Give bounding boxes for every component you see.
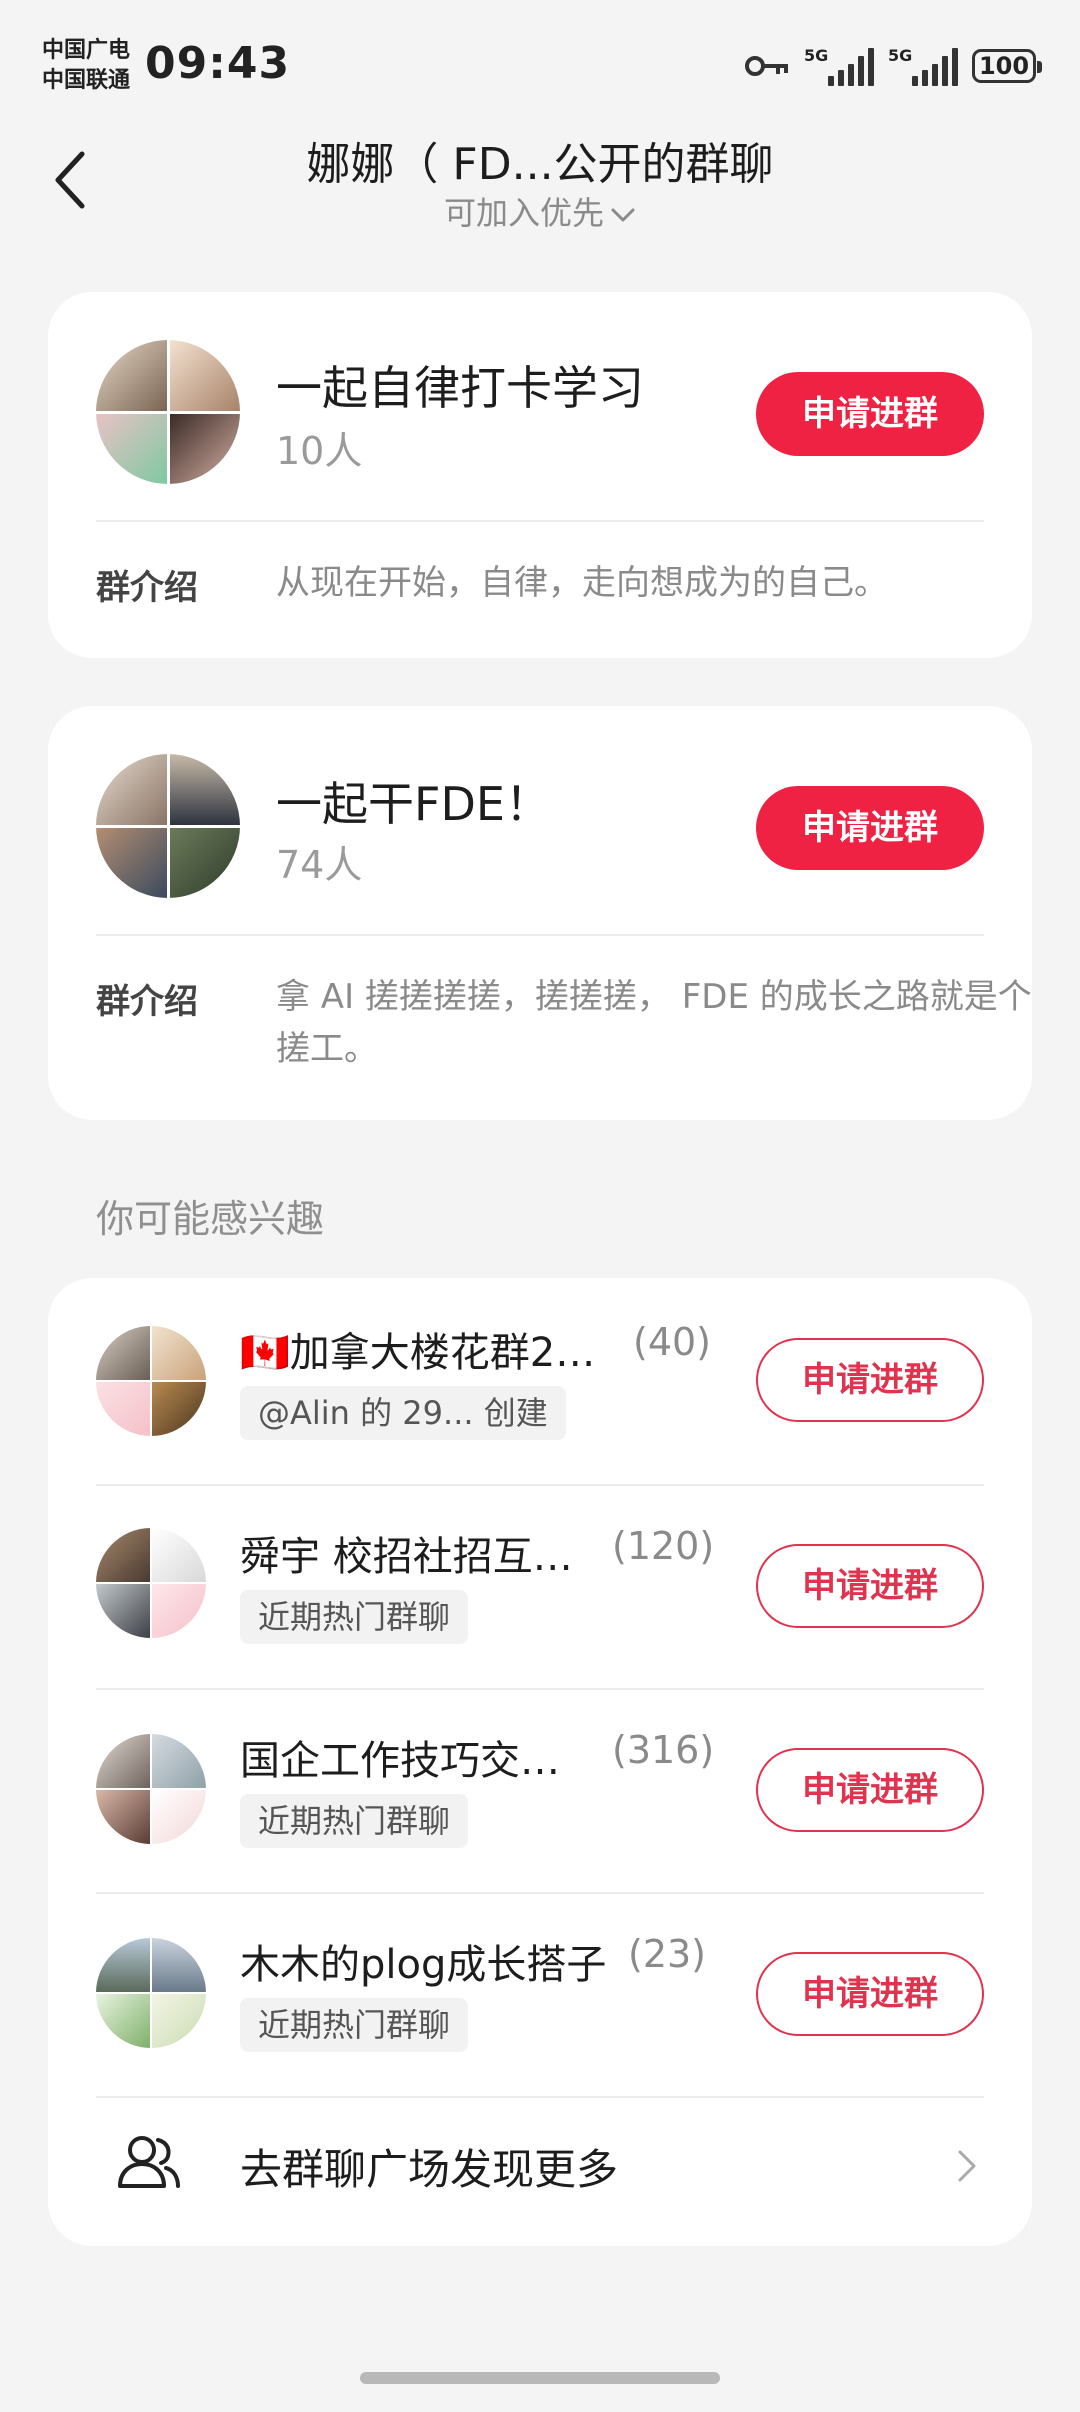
divider — [96, 1688, 984, 1690]
group-member-count: 74人 — [276, 843, 363, 887]
intro-text: 拿 AI 搓搓搓搓，搓搓搓， FDE 的成长之路就是个搓工。 — [276, 977, 1032, 1069]
group-name: 国企工作技巧交… — [240, 1738, 560, 1784]
chevron-right-icon — [958, 2150, 976, 2182]
filter-label: 可加入优先 — [443, 194, 604, 232]
divider — [96, 1892, 984, 1894]
group-tag: @Alin 的 29... 创建 — [240, 1386, 566, 1440]
apply-join-button[interactable]: 申请进群 — [756, 1952, 984, 2036]
group-member-count: (40) — [633, 1320, 712, 1364]
status-time: 09:43 — [145, 38, 291, 89]
group-name: 一起自律打卡学习 — [276, 361, 644, 415]
group-avatar — [96, 1326, 206, 1436]
divider — [96, 2096, 984, 2098]
status-icons: 5G 5G 100 — [744, 44, 1042, 88]
apply-join-button[interactable]: 申请进群 — [756, 372, 984, 456]
filter-dropdown[interactable]: 可加入优先 — [0, 188, 1080, 234]
group-name: 🇨🇦加拿大楼花群2… — [240, 1330, 596, 1376]
group-name: 舜宇 校招社招互… — [240, 1534, 573, 1580]
carrier-2: 中国联通 — [42, 68, 131, 93]
home-indicator[interactable] — [360, 2372, 720, 2384]
group-avatar — [96, 754, 240, 898]
signal-2-icon: 5G — [888, 46, 958, 86]
recommendation-card: 🇨🇦加拿大楼花群2… (40) @Alin 的 29... 创建 申请进群 舜宇… — [48, 1278, 1032, 2246]
group-member-count: (120) — [612, 1524, 715, 1568]
group-avatar — [96, 1734, 206, 1844]
chevron-down-icon — [611, 208, 635, 222]
intro-text: 从现在开始，自律，走向想成为的自己。 — [276, 563, 888, 603]
intro-label: 群介绍 — [96, 982, 198, 1022]
signal-1-icon: 5G — [804, 46, 874, 86]
group-card: 一起自律打卡学习 10人 申请进群 群介绍 从现在开始，自律，走向想成为的自己。 — [48, 292, 1032, 658]
group-avatar — [96, 340, 240, 484]
group-avatar — [96, 1528, 206, 1638]
intro-label: 群介绍 — [96, 568, 198, 608]
group-name: 木木的plog成长搭子 — [240, 1942, 607, 1988]
discover-more-label: 去群聊广场发现更多 — [240, 2145, 619, 2194]
divider — [96, 934, 984, 936]
group-avatar — [96, 1938, 206, 2048]
carrier-labels: 中国广电 中国联通 — [42, 36, 130, 96]
apply-join-button[interactable]: 申请进群 — [756, 1544, 984, 1628]
divider — [96, 1484, 984, 1486]
apply-join-button[interactable]: 申请进群 — [756, 1748, 984, 1832]
group-name: 一起干FDE！ — [276, 777, 551, 831]
section-title: 你可能感兴趣 — [96, 1197, 325, 1241]
key-icon — [745, 56, 788, 76]
page-title: 娜娜（ FD...公开的群聊 — [306, 139, 774, 190]
group-member-count: 10人 — [276, 429, 363, 473]
carrier-1: 中国广电 — [42, 38, 131, 63]
group-card: 一起干FDE！ 74人 申请进群 群介绍 拿 AI 搓搓搓搓，搓搓搓， FDE … — [48, 706, 1032, 1120]
apply-join-button[interactable]: 申请进群 — [756, 1338, 984, 1422]
group-tag: 近期热门群聊 — [240, 1590, 469, 1644]
group-member-count: (316) — [612, 1728, 715, 1772]
group-member-count: (23) — [628, 1932, 707, 1976]
apply-join-button[interactable]: 申请进群 — [756, 786, 984, 870]
battery-icon: 100 — [972, 49, 1042, 83]
status-bar: 中国广电 中国联通 09:43 5G 5G 100 — [0, 0, 1080, 130]
users-icon — [118, 2136, 180, 2188]
group-tag: 近期热门群聊 — [240, 1998, 469, 2052]
divider — [96, 520, 984, 522]
group-tag: 近期热门群聊 — [240, 1794, 469, 1848]
